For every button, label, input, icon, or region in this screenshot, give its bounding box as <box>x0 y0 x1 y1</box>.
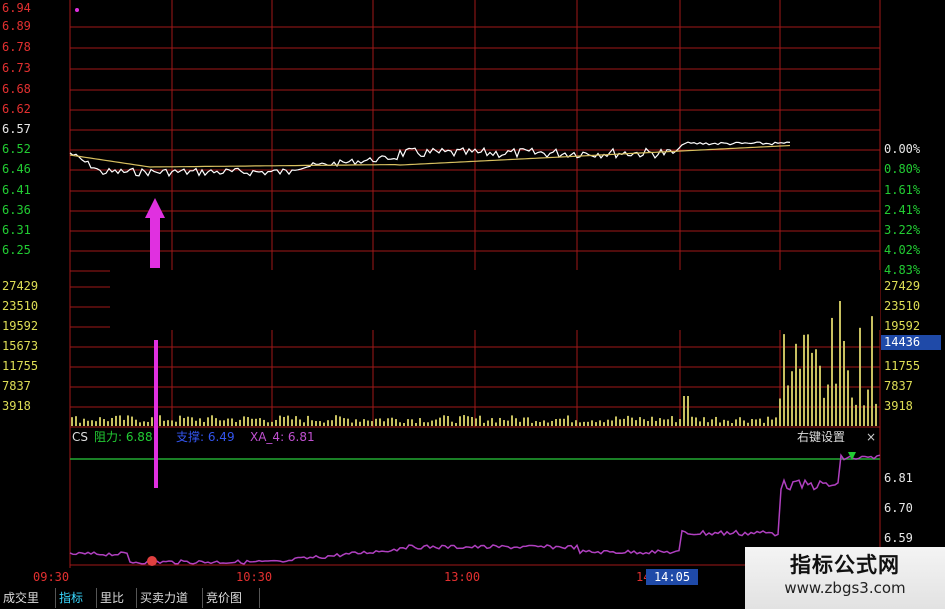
up-arrow-icon <box>145 198 165 268</box>
volume-axis-label: 19592 <box>2 319 39 333</box>
indicator-axis-label: 6.81 <box>884 471 913 485</box>
volume-axis-label: 15673 <box>2 339 39 353</box>
volume-axis-label: 11755 <box>884 359 921 373</box>
indicator-name: CS <box>72 430 88 444</box>
indicator-axis-label: 6.59 <box>884 531 913 545</box>
price-axis-label: 6.89 <box>2 19 31 33</box>
volume-axis-label: 27429 <box>884 279 921 293</box>
pct-axis-label: 0.00% <box>884 142 921 156</box>
indicator-axis-label: 6.70 <box>884 501 913 515</box>
volume-axis-label: 7837 <box>2 379 31 393</box>
intraday-chart[interactable] <box>0 0 945 609</box>
indicator-settings-button[interactable]: 右键设置 <box>797 430 845 444</box>
price-axis-label: 6.31 <box>2 223 31 237</box>
volume-axis-label: 3918 <box>2 399 31 413</box>
volume-axis-label: 23510 <box>2 299 39 313</box>
pct-axis-label: 2.41% <box>884 203 921 217</box>
indicator-support: 支撑: 6.49 <box>176 430 235 444</box>
price-axis-label: 6.41 <box>2 183 31 197</box>
volume-axis-label: 23510 <box>884 299 921 313</box>
price-axis-label: 6.94 <box>2 1 31 15</box>
tab-volume-ratio[interactable]: 里比 <box>97 588 137 608</box>
tab-volume[interactable]: 成交里 <box>0 588 56 608</box>
current-volume-tag: 14436 <box>881 335 941 350</box>
price-axis-label: 6.62 <box>2 102 31 116</box>
price-axis-label: 6.73 <box>2 61 31 75</box>
price-axis-label: 6.46 <box>2 162 31 176</box>
watermark-title: 指标公式网 <box>790 553 900 577</box>
price-axis-label: 6.57 <box>2 122 31 136</box>
tab-auction-chart[interactable]: 竞价图 <box>203 588 260 608</box>
watermark-url: www.zbgs3.com <box>784 579 906 597</box>
price-axis-label: 6.68 <box>2 82 31 96</box>
price-line <box>69 141 791 178</box>
pct-axis-label: 4.83% <box>884 263 921 277</box>
pct-axis-label: 3.22% <box>884 223 921 237</box>
highlight-marker <box>154 340 158 488</box>
price-axis-label: 6.52 <box>2 142 31 156</box>
intraday-chart-window: 6.94 6.89 6.78 6.73 6.68 6.62 6.57 6.52 6.46 6.41… <box>0 0 945 609</box>
time-label-1300: 13:00 <box>444 570 481 584</box>
price-axis-label: 6.25 <box>2 243 31 257</box>
volume-axis-label: 11755 <box>2 359 39 373</box>
time-label-0930: 09:30 <box>33 570 70 584</box>
volume-axis-label: 7837 <box>884 379 913 393</box>
tab-buy-sell-force[interactable]: 买卖力道 <box>137 588 203 608</box>
marker-dot-icon <box>75 8 79 12</box>
average-line <box>69 144 791 168</box>
pct-axis-label: 1.61% <box>884 183 921 197</box>
indicator-xa4: XA_4: 6.81 <box>250 430 315 444</box>
crosshair-time-tag: 14:05 <box>646 569 698 585</box>
signal-dot-icon <box>147 556 157 566</box>
watermark-logo: 指标公式网 www.zbgs3.com <box>745 547 945 609</box>
volume-axis-label: 3918 <box>884 399 913 413</box>
time-label-1030: 10:30 <box>236 570 273 584</box>
blank-area <box>110 270 880 330</box>
volume-axis-label: 19592 <box>884 319 921 333</box>
indicator-resistance: 阻力: 6.88 <box>94 430 153 444</box>
pct-axis-label: 0.80% <box>884 162 921 176</box>
price-axis-label: 6.78 <box>2 40 31 54</box>
price-axis-label: 6.36 <box>2 203 31 217</box>
tab-indicator[interactable]: 指标 <box>56 588 97 608</box>
indicator-close-icon[interactable]: × <box>866 430 876 444</box>
pct-axis-label: 4.02% <box>884 243 921 257</box>
volume-axis-label: 27429 <box>2 279 39 293</box>
